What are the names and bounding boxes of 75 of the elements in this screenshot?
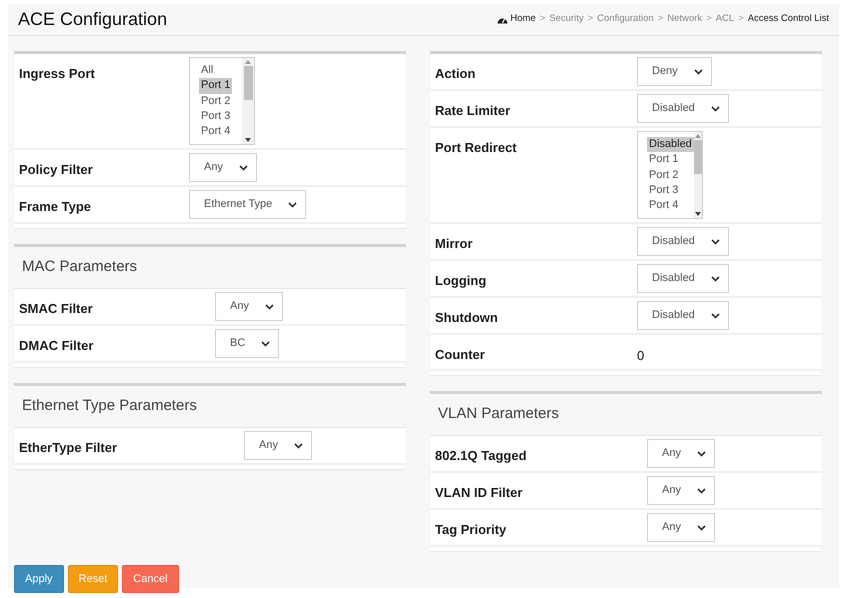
field-label: Tag Priority bbox=[435, 521, 508, 539]
chevron-down-icon bbox=[710, 312, 720, 318]
breadcrumb-home-link[interactable]: Home bbox=[497, 12, 536, 27]
dropdown-select[interactable]: BC bbox=[215, 329, 280, 358]
panel-title: VLAN Parameters bbox=[438, 404, 559, 424]
page-title: ACE Configuration bbox=[18, 8, 168, 31]
field-label: Logging bbox=[435, 272, 488, 290]
scrollbar[interactable] bbox=[242, 58, 254, 144]
list-option[interactable]: Port 1 bbox=[647, 152, 680, 168]
scroll-down-icon bbox=[245, 138, 251, 142]
breadcrumb-separator: > bbox=[706, 12, 712, 26]
scroll-up-icon bbox=[245, 60, 251, 64]
field-label: Rate Limiter bbox=[435, 102, 512, 120]
chevron-down-icon bbox=[294, 442, 303, 448]
dropdown-select[interactable]: Any bbox=[244, 431, 312, 460]
list-option[interactable]: Port 3 bbox=[647, 182, 680, 198]
dropdown-select[interactable]: Ethernet Type bbox=[189, 190, 306, 219]
dropdown-select[interactable]: Disabled bbox=[637, 301, 729, 330]
breadcrumb-separator: > bbox=[540, 12, 546, 26]
list-option[interactable]: Port 4 bbox=[199, 124, 232, 140]
list-option[interactable]: Port 2 bbox=[199, 94, 232, 109]
field-label: Shutdown bbox=[435, 309, 499, 327]
field-label: VLAN ID Filter bbox=[435, 484, 524, 502]
panel-title: MAC Parameters bbox=[22, 257, 138, 278]
dropdown-select[interactable]: Disabled bbox=[637, 227, 729, 256]
dropdown-select[interactable]: Any bbox=[647, 476, 715, 505]
scroll-down-icon bbox=[695, 212, 702, 216]
dropdown-select[interactable]: Deny bbox=[637, 57, 712, 86]
field-label: EtherType Filter bbox=[19, 439, 118, 457]
breadcrumb-current: Access Control List bbox=[748, 12, 829, 26]
field-label: Mirror bbox=[435, 235, 474, 253]
field-label: Frame Type bbox=[19, 198, 92, 216]
field-label: Port Redirect bbox=[435, 139, 518, 157]
chevron-down-icon bbox=[710, 276, 720, 282]
chevron-down-icon bbox=[696, 450, 706, 456]
breadcrumb-separator: > bbox=[658, 12, 664, 26]
panel-title: Ethernet Type Parameters bbox=[22, 396, 197, 416]
field-label: DMAC Filter bbox=[19, 337, 94, 355]
chevron-down-icon bbox=[261, 340, 270, 346]
field-label: Policy Filter bbox=[19, 161, 94, 179]
field-label: 802.1Q Tagged bbox=[435, 447, 528, 465]
breadcrumb-separator: > bbox=[738, 12, 744, 26]
chevron-down-icon bbox=[264, 304, 274, 310]
scroll-thumb[interactable] bbox=[244, 66, 252, 100]
field-label: Action bbox=[435, 65, 476, 83]
dropdown-select[interactable]: Any bbox=[215, 292, 283, 321]
chevron-down-icon bbox=[238, 164, 248, 170]
field-label: Ingress Port bbox=[19, 65, 96, 83]
field-label: Counter bbox=[435, 346, 486, 364]
action-button[interactable]: Apply bbox=[14, 565, 64, 593]
dropdown-select[interactable]: Any bbox=[647, 513, 715, 542]
chevron-down-icon bbox=[710, 106, 720, 112]
list-option[interactable]: Port 4 bbox=[647, 198, 680, 214]
multi-select-list[interactable]: All Port 1 Port 2 Port 3 Port 4 bbox=[189, 57, 255, 145]
field-label: SMAC Filter bbox=[19, 300, 94, 318]
scroll-thumb[interactable] bbox=[694, 140, 702, 174]
list-option[interactable]: Port 2 bbox=[647, 168, 680, 183]
chevron-down-icon bbox=[696, 488, 706, 494]
scrollbar[interactable] bbox=[694, 132, 702, 218]
counter-value: 0 bbox=[637, 347, 644, 365]
chevron-down-icon bbox=[694, 68, 703, 74]
dropdown-select[interactable]: Disabled bbox=[637, 264, 729, 293]
dropdown-select[interactable]: Disabled bbox=[637, 94, 729, 123]
list-option[interactable]: Port 1 bbox=[199, 78, 232, 94]
chevron-down-icon bbox=[710, 238, 720, 244]
breadcrumb-separator: > bbox=[588, 12, 594, 26]
list-option[interactable]: Port 3 bbox=[199, 108, 232, 124]
dropdown-select[interactable]: Any bbox=[647, 439, 715, 468]
list-option[interactable]: Disabled bbox=[647, 137, 694, 152]
chevron-down-icon bbox=[696, 524, 706, 530]
chevron-down-icon bbox=[288, 202, 298, 208]
multi-select-list[interactable]: Disabled Port 1 Port 2 Port 3 Port 4 bbox=[637, 131, 703, 219]
scroll-up-icon bbox=[695, 134, 702, 138]
list-option[interactable]: All bbox=[199, 63, 216, 78]
dropdown-select[interactable]: Any bbox=[189, 153, 257, 182]
